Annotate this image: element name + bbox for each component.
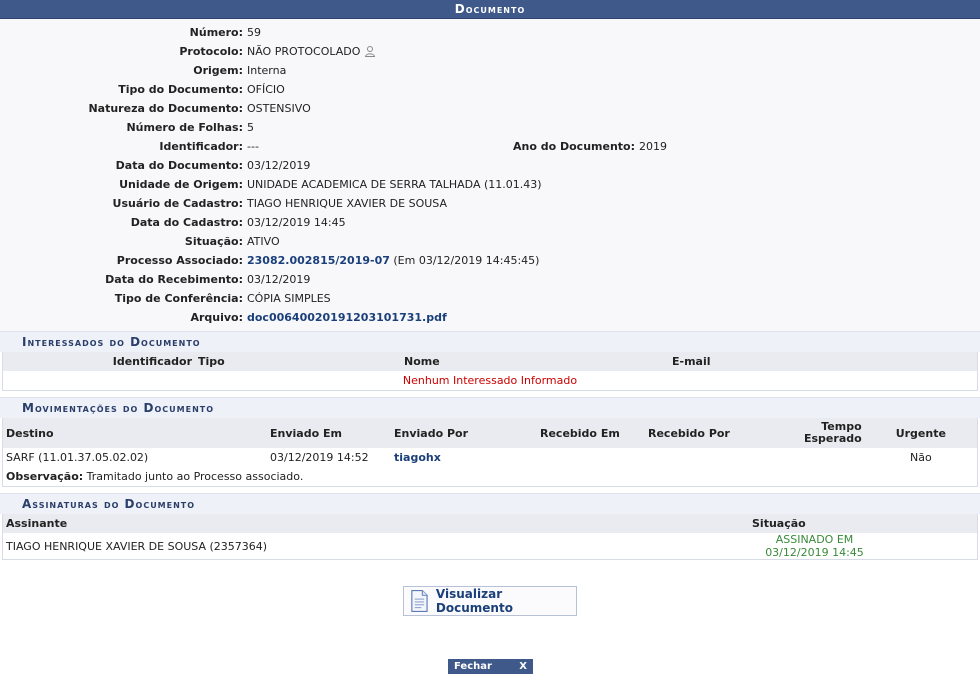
field-data-doc: Data do Documento: 03/12/2019 xyxy=(0,156,980,175)
col-recebido-por: Recebido Por xyxy=(645,418,801,448)
data-rec-value: 03/12/2019 xyxy=(247,273,311,286)
conferencia-label: Tipo de Conferência: xyxy=(114,292,243,305)
origem-value: Interna xyxy=(247,64,287,77)
processo-suffix: (Em 03/12/2019 14:45:45) xyxy=(393,254,540,267)
col-tipo: Tipo xyxy=(195,352,401,371)
identificador-label: Identificador: xyxy=(159,140,243,153)
ano-value: 2019 xyxy=(639,140,667,153)
ass-situacao: ASSINADO EM 03/12/2019 14:45 xyxy=(765,533,864,559)
col-destino: Destino xyxy=(2,418,267,448)
protocolo-label: Protocolo: xyxy=(179,45,243,58)
col-email: E-mail xyxy=(669,352,978,371)
field-conferencia: Tipo de Conferência: CÓPIA SIMPLES xyxy=(0,289,980,308)
data-rec-label: Data do Recebimento: xyxy=(105,273,243,286)
origem-label: Origem: xyxy=(193,64,243,77)
folhas-value: 5 xyxy=(247,121,254,134)
col-assinante: Assinante xyxy=(2,514,749,533)
assinaturas-caption: Assinaturas do Documento xyxy=(0,493,980,514)
protocol-user-icon[interactable] xyxy=(364,45,376,57)
field-natureza: Natureza do Documento: OSTENSIVO xyxy=(0,99,980,118)
data-cad-value: 03/12/2019 14:45 xyxy=(247,216,346,229)
ano-label: Ano do Documento: xyxy=(513,140,635,153)
document-icon xyxy=(411,589,428,613)
movimentacao-obs-row: Observação: Tramitado junto ao Processo … xyxy=(3,467,978,487)
field-folhas: Número de Folhas: 5 xyxy=(0,118,980,137)
natureza-label: Natureza do Documento: xyxy=(88,102,243,115)
document-details: Número: 59 Protocolo: NÃO PROTOCOLADO Orig… xyxy=(0,19,980,331)
numero-label: Número: xyxy=(189,26,243,39)
field-processo: Processo Associado: 23082.002815/2019-07 … xyxy=(0,251,980,270)
interessados-caption: Interessados do Documento xyxy=(0,331,980,352)
identificador-value: --- xyxy=(247,140,259,153)
arquivo-link[interactable]: doc00640020191203101731.pdf xyxy=(247,311,447,324)
unidade-value: UNIDADE ACADEMICA DE SERRA TALHADA (11.0… xyxy=(247,178,542,191)
situacao-label: Situação: xyxy=(184,235,243,248)
visualizar-label: Visualizar Documento xyxy=(435,587,513,615)
mov-enviado-em: 03/12/2019 14:52 xyxy=(270,451,369,464)
tipo-value: OFÍCIO xyxy=(247,83,285,96)
field-numero: Número: 59 xyxy=(0,23,980,42)
situacao-value: ATIVO xyxy=(247,235,280,248)
data-doc-label: Data do Documento: xyxy=(115,159,243,172)
col-recebido-em: Recebido Em xyxy=(537,418,645,448)
mov-recebido-em xyxy=(537,448,645,467)
visualizar-documento-button[interactable]: Visualizar Documento xyxy=(403,586,577,616)
natureza-value: OSTENSIVO xyxy=(247,102,311,115)
fechar-button[interactable]: Fechar X xyxy=(448,659,533,674)
interessados-empty: Nenhum Interessado Informado xyxy=(402,374,578,387)
col-tempo-esperado: Tempo Esperado xyxy=(801,418,865,448)
field-unidade: Unidade de Origem: UNIDADE ACADEMICA DE S… xyxy=(0,175,980,194)
field-data-rec: Data do Recebimento: 03/12/2019 xyxy=(0,270,980,289)
movimentacoes-table: Destino Enviado Em Enviado Por Recebido … xyxy=(2,418,978,487)
field-arquivo: Arquivo: doc00640020191203101731.pdf xyxy=(0,308,980,327)
usuario-label: Usuário de Cadastro: xyxy=(112,197,243,210)
field-usuario: Usuário de Cadastro: TIAGO HENRIQUE XAVIE… xyxy=(0,194,980,213)
mov-enviado-por-link[interactable]: tiagohx xyxy=(394,451,441,464)
data-doc-value: 03/12/2019 xyxy=(247,159,311,172)
obs-text: Tramitado junto ao Processo associado. xyxy=(86,470,304,483)
data-cad-label: Data do Cadastro: xyxy=(130,216,243,229)
interessados-table: Identificador Tipo Nome E-mail Nenhum In… xyxy=(2,352,978,391)
col-enviado-por: Enviado Por xyxy=(391,418,537,448)
usuario-value: TIAGO HENRIQUE XAVIER DE SOUSA xyxy=(247,197,448,210)
unidade-label: Unidade de Origem: xyxy=(119,178,243,191)
col-situacao: Situação xyxy=(749,514,978,533)
assinatura-row: TIAGO HENRIQUE XAVIER DE SOUSA (2357364)… xyxy=(3,533,978,560)
mov-destino: SARF (11.01.37.05.02.02) xyxy=(6,451,149,464)
arquivo-label: Arquivo: xyxy=(190,311,243,324)
fechar-label: Fechar xyxy=(454,661,492,672)
tipo-label: Tipo do Documento: xyxy=(118,83,243,96)
col-enviado-em: Enviado Em xyxy=(267,418,391,448)
page-caption: Documento xyxy=(0,0,980,19)
mov-recebido-por xyxy=(645,448,801,467)
field-tipo: Tipo do Documento: OFÍCIO xyxy=(0,80,980,99)
folhas-label: Número de Folhas: xyxy=(126,121,243,134)
numero-value: 59 xyxy=(247,26,261,39)
close-icon: X xyxy=(519,661,527,672)
col-urgente: Urgente xyxy=(864,418,978,448)
field-identificador: Identificador: --- Ano do Documento: 2019 xyxy=(0,137,980,156)
field-data-cad: Data do Cadastro: 03/12/2019 14:45 xyxy=(0,213,980,232)
protocolo-value: NÃO PROTOCOLADO xyxy=(247,45,361,58)
conferencia-value: CÓPIA SIMPLES xyxy=(247,292,331,305)
processo-link[interactable]: 23082.002815/2019-07 xyxy=(247,254,390,267)
col-nome: Nome xyxy=(401,352,669,371)
processo-label: Processo Associado: xyxy=(116,254,243,267)
field-protocolo: Protocolo: NÃO PROTOCOLADO xyxy=(0,42,980,61)
field-situacao: Situação: ATIVO xyxy=(0,232,980,251)
movimentacao-row: SARF (11.01.37.05.02.02) 03/12/2019 14:5… xyxy=(3,448,978,467)
col-identificador: Identificador xyxy=(2,352,195,371)
mov-urgente: Não xyxy=(909,451,932,464)
ass-assinante: TIAGO HENRIQUE XAVIER DE SOUSA (2357364) xyxy=(6,539,268,553)
movimentacoes-caption: Movimentações do Documento xyxy=(0,397,980,418)
assinaturas-table: Assinante Situação TIAGO HENRIQUE XAVIER… xyxy=(2,514,978,560)
mov-tempo xyxy=(801,448,865,467)
obs-label: Observação: xyxy=(6,470,84,483)
field-origem: Origem: Interna xyxy=(0,61,980,80)
